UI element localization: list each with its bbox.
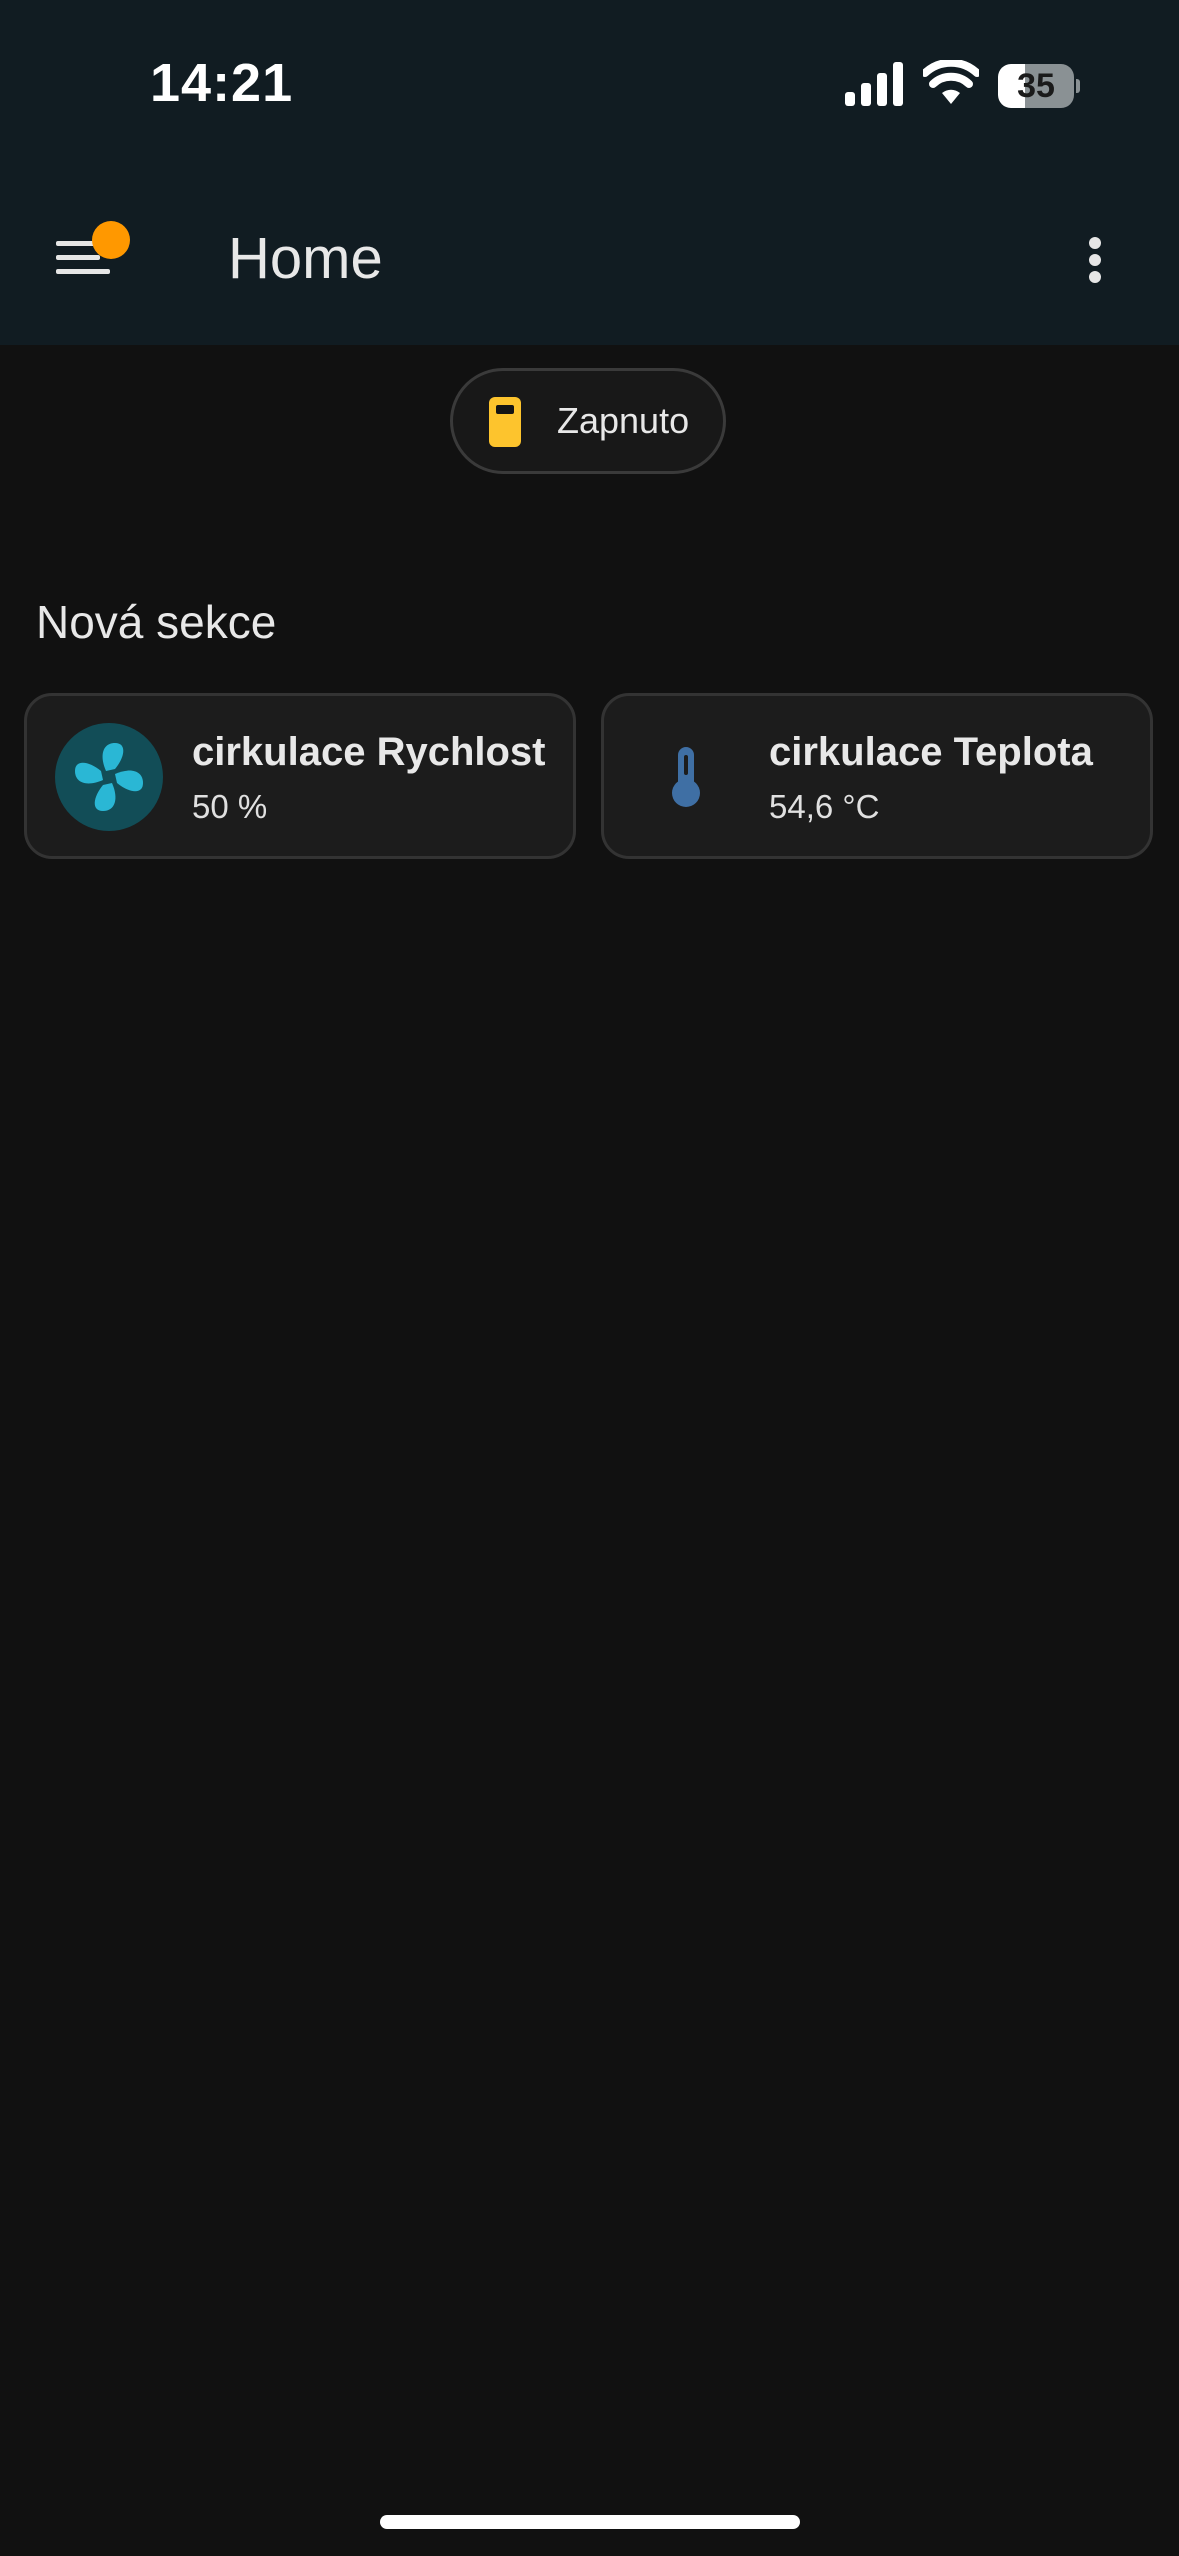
status-time: 14:21 [150,53,294,113]
home-screen: 14:21 35 Home Zapnuto Nová sekce cirkula… [0,0,1179,2556]
mobile-phone-icon [489,397,521,447]
notification-badge [92,221,130,259]
battery-indicator: 35 [998,64,1080,108]
page-title: Home [228,226,383,291]
tile-temperature[interactable]: cirkulace Teplota 54,6 °C [601,693,1153,859]
menu-button[interactable] [40,205,150,315]
app-header: 14:21 35 Home [0,0,1179,345]
thermometer-icon [672,747,700,807]
battery-level: 35 [1017,67,1055,105]
more-vertical-icon [1089,237,1101,249]
tile-state: 54,6 °C [769,788,880,825]
cellular-signal-icon [845,62,903,106]
tile-icon-button[interactable] [55,723,163,831]
status-chip[interactable]: Zapnuto [450,368,726,474]
section-title: Nová sekce [36,596,277,648]
tile-icon-button[interactable] [632,723,740,831]
wifi-icon [923,60,979,104]
chip-label: Zapnuto [557,400,690,441]
home-indicator[interactable] [380,2515,800,2529]
tile-fan-speed[interactable]: cirkulace Rychlost 50 % [24,693,576,859]
more-options-button[interactable] [1070,225,1120,295]
tile-name: cirkulace Rychlost [192,730,546,774]
tile-state: 50 % [192,788,268,825]
fan-icon [75,743,143,811]
tile-name: cirkulace Teplota [769,730,1093,774]
